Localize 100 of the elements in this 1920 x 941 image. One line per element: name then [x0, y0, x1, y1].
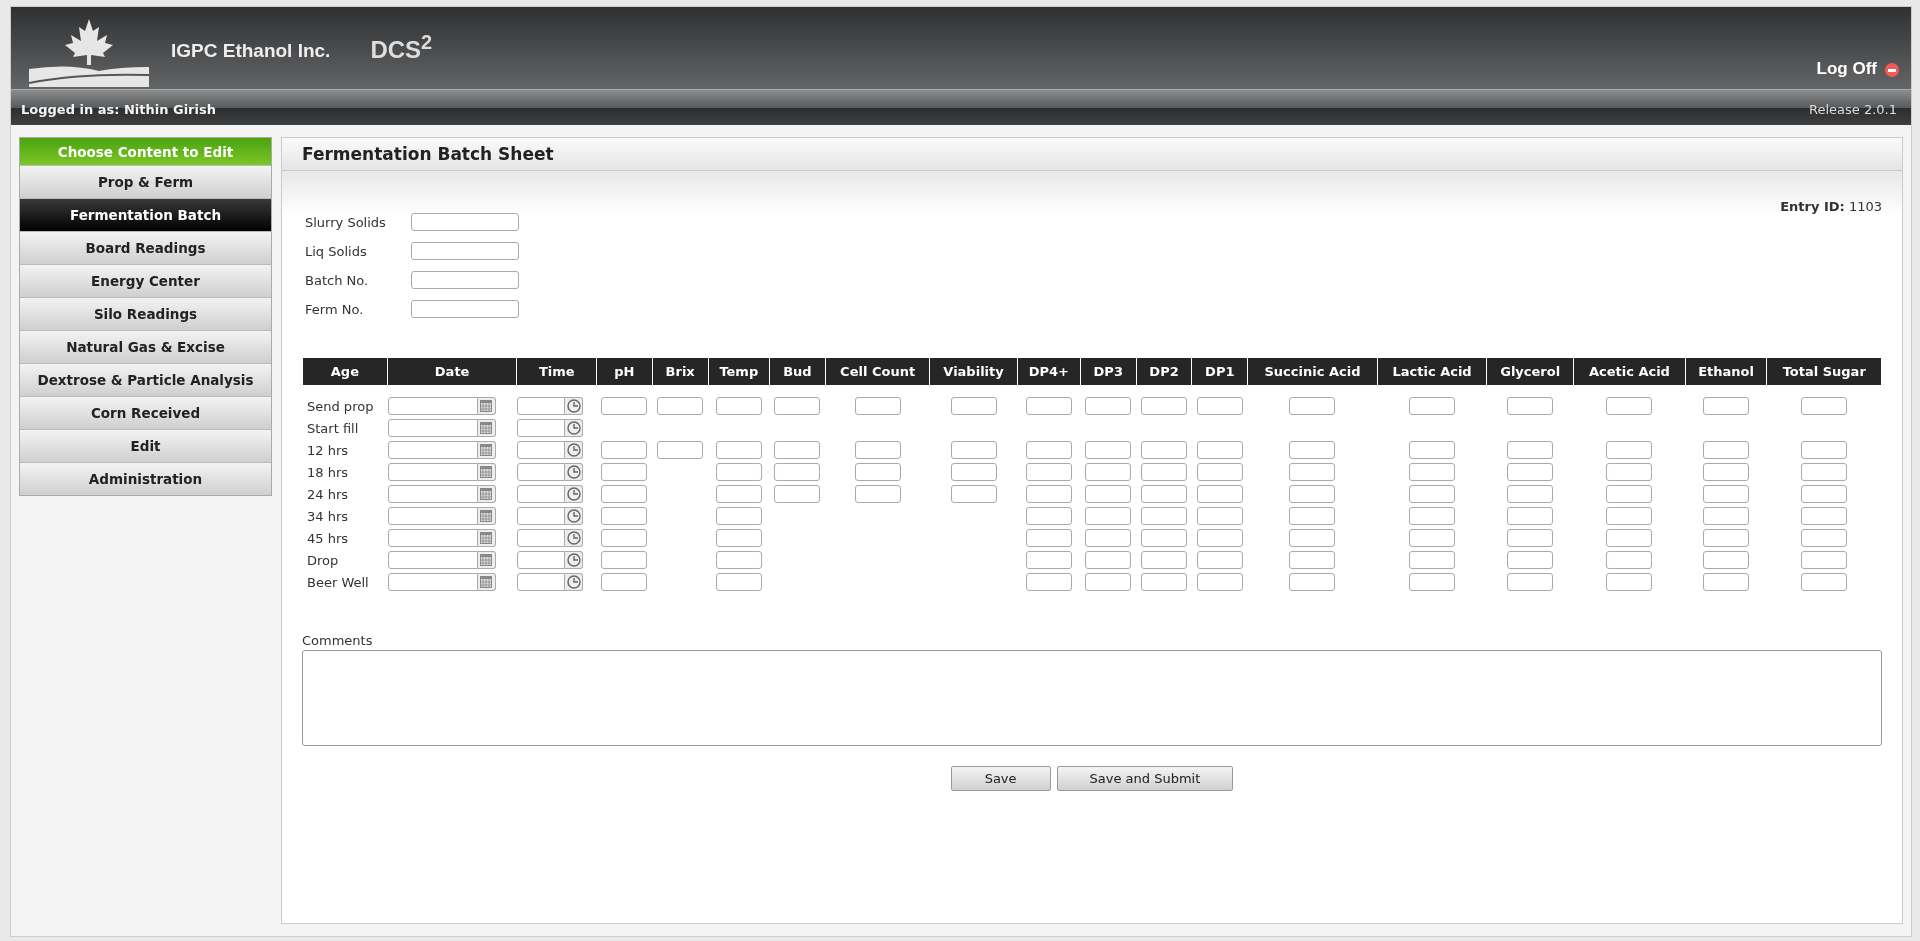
table-input[interactable] [601, 463, 648, 481]
table-input[interactable] [1606, 507, 1653, 525]
table-input[interactable] [1801, 551, 1848, 569]
table-input[interactable] [1196, 551, 1243, 569]
table-input[interactable] [1801, 507, 1848, 525]
clock-icon[interactable] [565, 419, 584, 437]
table-input[interactable] [1025, 397, 1072, 415]
table-input[interactable] [950, 397, 997, 415]
table-input[interactable] [715, 529, 762, 547]
table-input[interactable] [1409, 507, 1456, 525]
table-input[interactable] [1409, 573, 1456, 591]
table-input[interactable] [1141, 485, 1188, 503]
table-input[interactable] [1409, 485, 1456, 503]
table-input[interactable] [1801, 485, 1848, 503]
table-input[interactable] [774, 441, 821, 459]
date-field[interactable] [387, 573, 478, 591]
table-input[interactable] [774, 485, 821, 503]
table-input[interactable] [715, 463, 762, 481]
table-input[interactable] [1141, 441, 1188, 459]
table-input[interactable] [1507, 551, 1554, 569]
table-input[interactable] [601, 485, 648, 503]
table-input[interactable] [1085, 485, 1132, 503]
table-input[interactable] [715, 397, 762, 415]
table-input[interactable] [1801, 573, 1848, 591]
table-input[interactable] [1196, 397, 1243, 415]
table-input[interactable] [1703, 485, 1750, 503]
table-input[interactable] [1289, 463, 1336, 481]
sidebar-item[interactable]: Natural Gas & Excise [20, 330, 271, 363]
table-input[interactable] [1025, 485, 1072, 503]
table-input[interactable] [774, 397, 821, 415]
table-input[interactable] [1606, 397, 1653, 415]
table-input[interactable] [1196, 485, 1243, 503]
table-input[interactable] [1289, 573, 1336, 591]
date-field[interactable] [387, 551, 478, 569]
table-input[interactable] [1409, 397, 1456, 415]
table-input[interactable] [657, 397, 704, 415]
time-field[interactable] [517, 419, 566, 437]
table-input[interactable] [1085, 507, 1132, 525]
clock-icon[interactable] [565, 551, 584, 569]
log-off-link[interactable]: Log Off [1816, 59, 1877, 79]
table-input[interactable] [854, 441, 901, 459]
table-input[interactable] [1606, 573, 1653, 591]
table-input[interactable] [715, 507, 762, 525]
table-input[interactable] [715, 485, 762, 503]
table-input[interactable] [1606, 463, 1653, 481]
table-input[interactable] [1801, 463, 1848, 481]
table-input[interactable] [1085, 551, 1132, 569]
table-input[interactable] [1025, 573, 1072, 591]
table-input[interactable] [1025, 551, 1072, 569]
table-input[interactable] [1703, 397, 1750, 415]
date-field[interactable] [387, 441, 478, 459]
table-input[interactable] [715, 441, 762, 459]
time-field[interactable] [517, 485, 566, 503]
clock-icon[interactable] [565, 507, 584, 525]
table-input[interactable] [854, 397, 901, 415]
table-input[interactable] [950, 463, 997, 481]
table-input[interactable] [1196, 463, 1243, 481]
table-input[interactable] [1606, 551, 1653, 569]
table-input[interactable] [1507, 441, 1554, 459]
table-input[interactable] [601, 397, 648, 415]
table-input[interactable] [950, 485, 997, 503]
table-input[interactable] [1507, 507, 1554, 525]
table-input[interactable] [1289, 397, 1336, 415]
table-input[interactable] [1141, 529, 1188, 547]
table-input[interactable] [950, 441, 997, 459]
sidebar-item[interactable]: Corn Received [20, 396, 271, 429]
time-field[interactable] [517, 397, 566, 415]
table-input[interactable] [1409, 551, 1456, 569]
table-input[interactable] [854, 485, 901, 503]
table-input[interactable] [1085, 463, 1132, 481]
table-input[interactable] [1196, 529, 1243, 547]
input-field[interactable] [411, 242, 519, 260]
table-input[interactable] [1289, 485, 1336, 503]
clock-icon[interactable] [565, 573, 584, 591]
table-input[interactable] [715, 573, 762, 591]
table-input[interactable] [1141, 463, 1188, 481]
table-input[interactable] [1703, 441, 1750, 459]
sidebar-item[interactable]: Administration [20, 462, 271, 495]
table-input[interactable] [1085, 573, 1132, 591]
table-input[interactable] [1409, 529, 1456, 547]
table-input[interactable] [601, 441, 648, 459]
table-input[interactable] [1507, 573, 1554, 591]
sidebar-item[interactable]: Dextrose & Particle Analysis [20, 363, 271, 396]
time-field[interactable] [517, 573, 566, 591]
table-input[interactable] [1141, 507, 1188, 525]
table-input[interactable] [1196, 507, 1243, 525]
table-input[interactable] [1141, 573, 1188, 591]
sidebar-item[interactable]: Fermentation Batch [20, 198, 271, 231]
table-input[interactable] [1507, 485, 1554, 503]
date-field[interactable] [387, 485, 478, 503]
table-input[interactable] [1025, 507, 1072, 525]
clock-icon[interactable] [565, 397, 584, 415]
table-input[interactable] [1801, 441, 1848, 459]
table-input[interactable] [601, 551, 648, 569]
table-input[interactable] [854, 463, 901, 481]
table-input[interactable] [715, 551, 762, 569]
table-input[interactable] [1085, 441, 1132, 459]
sidebar-item[interactable]: Edit [20, 429, 271, 462]
table-input[interactable] [1289, 551, 1336, 569]
table-input[interactable] [1141, 551, 1188, 569]
